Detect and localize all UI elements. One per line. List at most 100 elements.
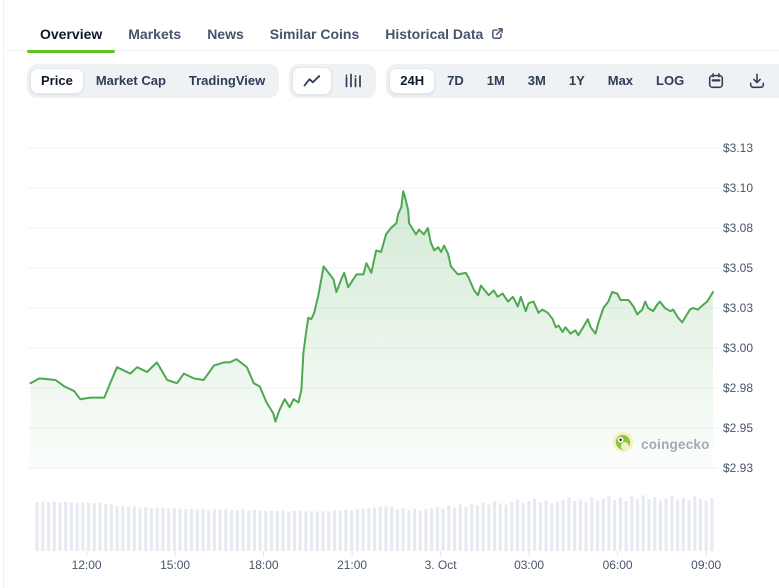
x-axis-label: 15:00 bbox=[160, 558, 190, 572]
volume-bar bbox=[270, 510, 273, 551]
x-axis-label: 06:00 bbox=[603, 558, 633, 572]
volume-bar bbox=[596, 501, 599, 552]
volume-bar bbox=[630, 497, 633, 552]
volume-bar bbox=[241, 509, 244, 551]
volume-bar bbox=[470, 503, 473, 551]
x-axis-label: 18:00 bbox=[249, 558, 279, 572]
y-axis-label: $3.13 bbox=[723, 141, 753, 155]
volume-bar bbox=[687, 500, 690, 551]
volume-bar bbox=[173, 508, 176, 551]
volume-bar bbox=[230, 510, 233, 551]
volume-bar bbox=[316, 512, 319, 551]
volume-bar bbox=[373, 508, 376, 552]
volume-bar bbox=[281, 510, 284, 551]
volume-bar bbox=[659, 501, 662, 552]
volume-bar bbox=[550, 503, 553, 551]
volume-bar bbox=[339, 511, 342, 551]
volume-bar bbox=[150, 508, 153, 551]
volume-bar bbox=[642, 495, 645, 551]
volume-bar bbox=[693, 497, 696, 552]
volume-bar bbox=[584, 502, 587, 551]
volume-bar bbox=[522, 503, 525, 551]
volume-bar bbox=[573, 501, 576, 551]
volume-bar bbox=[127, 507, 130, 551]
volume-bar bbox=[476, 505, 479, 551]
volume-bar bbox=[276, 511, 279, 551]
volume-bar bbox=[493, 501, 496, 551]
volume-bar bbox=[705, 501, 708, 552]
volume-bar bbox=[413, 509, 416, 551]
volume-bar bbox=[104, 504, 107, 551]
volume-bar bbox=[619, 498, 622, 551]
volume-bar bbox=[76, 503, 79, 551]
volume-bar bbox=[356, 509, 359, 551]
volume-bar bbox=[36, 502, 39, 551]
volume-bar bbox=[264, 511, 267, 551]
volume-bar bbox=[218, 510, 221, 551]
volume-bar bbox=[653, 497, 656, 551]
x-axis-label: 3. Oct bbox=[425, 558, 458, 572]
volume-bar bbox=[499, 503, 502, 551]
volume-bar bbox=[436, 507, 439, 551]
volume-bar bbox=[710, 498, 713, 551]
volume-bar bbox=[682, 498, 685, 551]
volume-bar bbox=[253, 510, 256, 551]
coingecko-watermark: coingecko bbox=[612, 431, 710, 458]
volume-bar bbox=[287, 512, 290, 551]
volume-bar bbox=[87, 503, 90, 551]
y-axis-label: $3.05 bbox=[723, 261, 753, 275]
y-axis-label: $3.00 bbox=[723, 341, 753, 355]
volume-bar bbox=[670, 496, 673, 551]
volume-bar bbox=[344, 510, 347, 551]
volume-bar bbox=[304, 512, 307, 551]
volume-bar bbox=[247, 510, 250, 551]
volume-bar bbox=[58, 502, 61, 551]
volume-bar bbox=[327, 512, 330, 551]
volume-bar bbox=[321, 511, 324, 551]
volume-bar bbox=[453, 508, 456, 552]
volume-bar bbox=[259, 510, 262, 551]
volume-bar bbox=[110, 505, 113, 551]
y-axis-label: $2.93 bbox=[723, 461, 753, 475]
volume-bar bbox=[156, 508, 159, 552]
volume-bar bbox=[613, 500, 616, 551]
volume-bar bbox=[567, 498, 570, 551]
volume-bar bbox=[167, 509, 170, 551]
coingecko-gecko-icon bbox=[612, 431, 634, 458]
volume-bar bbox=[350, 510, 353, 551]
volume-bar bbox=[224, 509, 227, 551]
volume-bar bbox=[196, 509, 199, 551]
volume-bar bbox=[178, 509, 181, 551]
volume-bar bbox=[293, 511, 296, 551]
volume-bar bbox=[47, 502, 50, 551]
x-axis-label: 09:00 bbox=[691, 558, 721, 572]
x-axis-label: 12:00 bbox=[72, 558, 102, 572]
volume-bar bbox=[379, 507, 382, 551]
volume-bar bbox=[236, 510, 239, 551]
volume-bar bbox=[396, 509, 399, 551]
volume-bar bbox=[190, 509, 193, 551]
x-axis-label: 03:00 bbox=[514, 558, 544, 572]
volume-bar bbox=[81, 502, 84, 551]
volume-bar bbox=[516, 500, 519, 551]
volume-bar bbox=[579, 499, 582, 551]
volume-bar bbox=[161, 508, 164, 551]
volume-bar bbox=[121, 506, 124, 551]
volume-bar bbox=[201, 509, 204, 551]
volume-bar bbox=[447, 506, 450, 551]
volume-bar bbox=[504, 505, 507, 551]
volume-bar bbox=[93, 503, 96, 551]
volume-bar bbox=[419, 510, 422, 551]
volume-bar bbox=[665, 498, 668, 551]
volume-bar bbox=[487, 505, 490, 551]
volume-bar bbox=[636, 499, 639, 551]
volume-bar bbox=[602, 499, 605, 551]
x-axis-label: 21:00 bbox=[337, 558, 367, 572]
volume-bar bbox=[424, 509, 427, 551]
volume-bar bbox=[213, 509, 216, 551]
volume-bar bbox=[544, 501, 547, 552]
volume-bar bbox=[299, 510, 302, 551]
y-axis-label: $2.98 bbox=[723, 381, 753, 395]
volume-bar bbox=[144, 507, 147, 551]
price-chart[interactable]: $3.13$3.10$3.08$3.05$3.03$3.00$2.98$2.95… bbox=[0, 0, 779, 588]
